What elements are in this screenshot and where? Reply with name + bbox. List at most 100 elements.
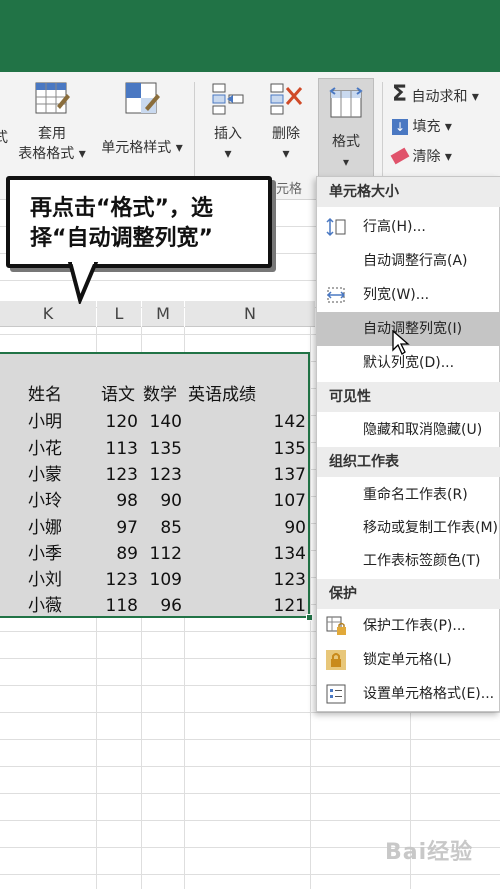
format-button[interactable]: 格式 ▾ (318, 78, 374, 190)
delete-dropdown-icon: ▾ (282, 146, 290, 162)
autosum-button[interactable]: Σ 自动求和 ▾ (392, 82, 479, 107)
callout-tail (67, 262, 99, 304)
header-english[interactable]: 英语成绩 (188, 382, 256, 408)
title-bar (0, 0, 500, 72)
table-cell[interactable]: 85 (142, 515, 182, 541)
watermark: Bai经验 (385, 840, 474, 865)
table-cell[interactable]: 小娜 (28, 515, 62, 541)
format-dropdown-icon: ▾ (342, 155, 350, 169)
fill-label: 填充 (412, 119, 441, 135)
column-header-n[interactable]: N (185, 301, 315, 327)
format-cells-dialog-icon (326, 684, 346, 704)
table-cell[interactable]: 小蒙 (28, 462, 62, 488)
format-as-table-label-2: 表格格式 ▾ (18, 146, 86, 162)
column-header-m[interactable]: M (142, 301, 184, 327)
grid-line (310, 327, 311, 889)
eraser-icon (390, 147, 410, 165)
header-chinese[interactable]: 语文 (101, 382, 135, 408)
table-cell[interactable]: 140 (142, 409, 182, 435)
sigma-icon: Σ (392, 82, 408, 107)
menu-section-visibility: 可见性 (317, 382, 500, 412)
table-cell[interactable]: 90 (186, 515, 306, 541)
protect-sheet-icon (326, 616, 346, 635)
cells-group-label: 元格 (276, 182, 303, 197)
insert-dropdown-icon: ▾ (224, 146, 232, 162)
clear-button[interactable]: 清除 ▾ (390, 146, 452, 166)
format-as-table-button[interactable]: 套用 表格格式 ▾ (10, 80, 94, 164)
cell-styles-button[interactable]: 单元格样式 ▾ (96, 80, 188, 158)
format-label: 格式 (332, 134, 360, 150)
table-cell[interactable]: 98 (98, 488, 138, 514)
format-dropdown-menu: 单元格大小 行高(H)... 自动调整行高(A) 列宽(W)... 自动调整列宽… (316, 176, 500, 712)
table-cell[interactable]: 112 (142, 541, 182, 567)
menu-item-format-cells[interactable]: 设置单元格格式(E)... (317, 677, 500, 711)
autosum-label: 自动求和 (411, 89, 468, 105)
table-cell[interactable]: 小刘 (28, 567, 62, 593)
insert-button[interactable]: 插入 ▾ (204, 80, 252, 164)
mouse-cursor-icon (392, 330, 410, 355)
table-cell[interactable]: 121 (186, 593, 306, 619)
table-cell[interactable]: 90 (142, 488, 182, 514)
menu-section-protection: 保护 (317, 579, 500, 609)
menu-item-move-copy-sheet[interactable]: 移动或复制工作表(M) (317, 511, 500, 545)
table-cell[interactable]: 134 (186, 541, 306, 567)
table-cell[interactable]: 小季 (28, 541, 62, 567)
menu-item-rename-sheet[interactable]: 重命名工作表(R) (317, 478, 500, 512)
table-cell[interactable]: 135 (142, 436, 182, 462)
menu-item-hide-unhide[interactable]: 隐藏和取消隐藏(U) (317, 413, 500, 447)
table-cell[interactable]: 123 (98, 567, 138, 593)
insert-cells-icon (212, 83, 244, 115)
format-cells-icon (329, 87, 363, 118)
cell-styles-label: 单元格样式 ▾ (101, 140, 183, 156)
insert-label: 插入 (214, 126, 242, 142)
fill-down-icon: ↓ (392, 119, 408, 135)
callout-text: 再点击“格式”，选 择“自动调整列宽” (30, 194, 266, 254)
column-header-k[interactable]: K (0, 301, 96, 327)
table-cell[interactable]: 107 (186, 488, 306, 514)
instruction-callout: 再点击“格式”，选 择“自动调整列宽” (6, 176, 272, 268)
menu-item-lock-cell[interactable]: 锁定单元格(L) (317, 643, 500, 677)
table-cell[interactable]: 123 (98, 462, 138, 488)
ribbon-partial-label: 式 (0, 130, 8, 146)
table-cell[interactable]: 小玲 (28, 488, 62, 514)
table-cell[interactable]: 97 (98, 515, 138, 541)
table-cell[interactable]: 小花 (28, 436, 62, 462)
column-header-l[interactable]: L (97, 301, 141, 327)
callout-line-2: 择“自动调整列宽” (30, 226, 213, 251)
table-cell[interactable]: 96 (142, 593, 182, 619)
menu-item-protect-sheet[interactable]: 保护工作表(P)... (317, 609, 500, 643)
table-cell[interactable]: 135 (186, 436, 306, 462)
menu-item-tab-color[interactable]: 工作表标签颜色(T) (317, 544, 500, 578)
table-cell[interactable]: 109 (142, 567, 182, 593)
table-cell[interactable]: 123 (142, 462, 182, 488)
menu-section-organize-sheets: 组织工作表 (317, 447, 500, 477)
table-cell[interactable]: 142 (186, 409, 306, 435)
menu-section-cell-size: 单元格大小 (317, 177, 500, 207)
table-cell[interactable]: 小薇 (28, 593, 62, 619)
menu-item-column-width[interactable]: 列宽(W)... (317, 278, 500, 312)
header-name[interactable]: 姓名 (28, 382, 62, 408)
column-width-icon (326, 287, 346, 303)
row-height-icon (326, 217, 346, 237)
ribbon-partial-button[interactable]: 式 (0, 128, 8, 148)
clear-label: 清除 (412, 149, 441, 165)
table-cell[interactable]: 123 (186, 567, 306, 593)
lock-icon (326, 650, 346, 670)
callout-line-1: 再点击“格式”，选 (30, 196, 213, 221)
delete-button[interactable]: 删除 ▾ (262, 80, 310, 164)
delete-cells-icon (270, 83, 303, 115)
table-cell[interactable]: 小明 (28, 409, 62, 435)
format-as-table-label-1: 套用 (38, 126, 66, 142)
header-math[interactable]: 数学 (143, 382, 177, 408)
table-cell[interactable]: 118 (98, 593, 138, 619)
menu-item-row-height[interactable]: 行高(H)... (317, 210, 500, 244)
table-cell[interactable]: 89 (98, 541, 138, 567)
cell-styles-icon (125, 82, 160, 114)
fill-button[interactable]: ↓ 填充 ▾ (392, 116, 452, 136)
table-cell[interactable]: 137 (186, 462, 306, 488)
delete-label: 删除 (272, 126, 300, 142)
menu-item-autofit-row-height[interactable]: 自动调整行高(A) (317, 244, 500, 278)
table-cell[interactable]: 113 (98, 436, 138, 462)
table-cell[interactable]: 120 (98, 409, 138, 435)
fill-handle[interactable] (306, 614, 313, 621)
